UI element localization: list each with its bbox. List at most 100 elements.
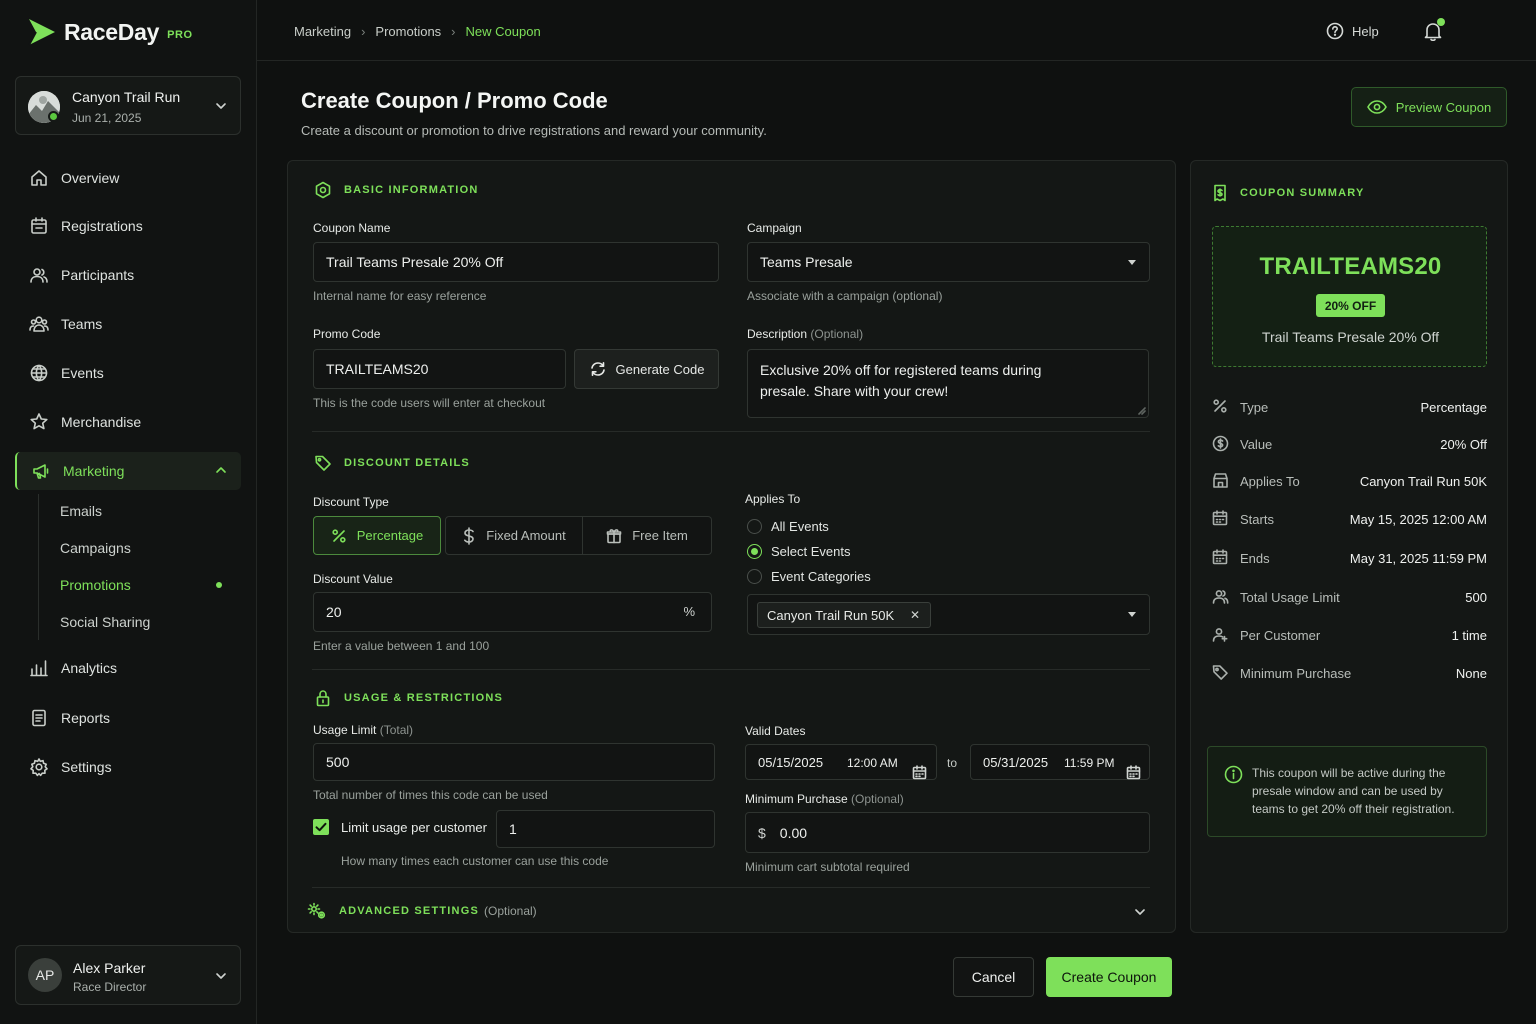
generate-code-button[interactable]: Generate Code [574,349,719,389]
divider [312,431,1150,432]
start-date: 05/15/2025 [758,755,824,770]
minimum-purchase-label: Minimum Purchase (Optional) [745,792,904,806]
summary-row-per-customer: Per Customer 1 time [1212,626,1487,646]
user-name: Alex Parker [73,960,146,976]
hexagon-gear-icon [314,181,344,199]
sidebar-item-label: Teams [61,316,103,332]
globe-icon [29,363,49,383]
topbar: Marketing › Promotions › New Coupon Help [257,0,1536,61]
summary-row-value: Value 20% Off [1212,435,1487,455]
applies-to-label: Applies To [745,492,801,506]
create-coupon-button[interactable]: Create Coupon [1046,957,1172,997]
advanced-settings-toggle[interactable]: ADVANCED SETTINGS (Optional) [307,902,537,920]
gears-icon [307,902,339,920]
dollar-icon [462,526,486,545]
usage-limit-input[interactable]: 500 [313,743,715,781]
resize-handle-icon[interactable] [1137,406,1146,415]
logo[interactable]: RaceDay PRO [28,18,193,46]
sidebar-item-label: Analytics [61,660,118,676]
preview-coupon-button[interactable]: Preview Coupon [1351,87,1507,127]
section-discount-details: DISCOUNT DETAILS [314,454,470,472]
breadcrumb-promotions[interactable]: Promotions [375,24,441,39]
sidebar-item-overview[interactable]: Overview [15,159,241,197]
submenu-item-social-sharing[interactable]: Social Sharing [60,614,150,630]
sidebar-item-analytics[interactable]: Analytics [15,649,241,687]
summary-info-callout: This coupon will be active during the pr… [1207,746,1487,837]
per-customer-input[interactable]: 1 [496,810,715,848]
discount-type-percentage[interactable]: Percentage [313,516,441,555]
info-text: This coupon will be active during the pr… [1252,766,1455,816]
valid-dates-label: Valid Dates [745,724,806,738]
submenu-item-emails[interactable]: Emails [60,503,102,519]
radio-button[interactable] [747,569,762,584]
chevron-down-icon [214,969,228,983]
breadcrumb-marketing[interactable]: Marketing [294,24,351,39]
app-name: RaceDay [64,18,160,45]
per-customer-checkbox[interactable] [313,819,329,835]
campaign-select[interactable]: Teams Presale [747,242,1150,282]
end-date-input[interactable]: 05/31/2025 11:59 PM [970,744,1150,780]
close-icon[interactable]: ✕ [910,608,920,622]
coupon-name-label: Coupon Name [313,221,391,235]
team-icon [29,314,49,334]
submenu-item-campaigns[interactable]: Campaigns [60,540,131,556]
submenu-item-promotions[interactable]: Promotions [60,577,131,593]
tag-icon [314,454,344,472]
eye-icon [1366,100,1396,114]
summary-row-starts: Starts May 15, 2025 12:00 AM [1212,510,1487,530]
radio-select-events[interactable]: Select Events [747,544,851,559]
sidebar-item-label: Participants [61,267,135,283]
chevron-down-icon[interactable] [1133,905,1147,919]
megaphone-icon [31,461,51,481]
lock-icon [314,689,344,707]
description-textarea[interactable]: Exclusive 20% off for registered teams d… [747,349,1149,418]
event-switcher[interactable]: Canyon Trail Run Jun 21, 2025 [15,76,241,135]
minimum-purchase-value: 0.00 [779,824,808,841]
coupon-name-input[interactable]: Trail Teams Presale 20% Off [313,242,719,282]
description-line: Exclusive 20% off for registered teams d… [760,362,1042,378]
per-customer-label[interactable]: Limit usage per customer [341,820,487,835]
divider [312,887,1150,888]
sidebar-item-merchandise[interactable]: Merchandise [15,403,241,441]
coupon-preview: TRAILTEAMS20 20% OFF Trail Teams Presale… [1212,226,1487,367]
gear-icon [29,757,49,777]
sidebar-item-events[interactable]: Events [15,354,241,392]
sidebar-item-registrations[interactable]: Registrations [15,207,241,245]
bar-chart-icon [29,658,49,678]
gift-icon [606,528,632,544]
usage-limit-hint: Total number of times this code can be u… [313,788,548,802]
sidebar-item-teams[interactable]: Teams [15,305,241,343]
start-date-input[interactable]: 05/15/2025 12:00 AM [745,744,937,780]
radio-all-events[interactable]: All Events [747,519,829,534]
chevron-right-icon: › [361,24,366,39]
caret-down-icon [1128,612,1136,617]
sidebar-item-reports[interactable]: Reports [15,699,241,737]
sidebar-item-settings[interactable]: Settings [15,748,241,786]
event-status-dot [48,111,59,122]
home-icon [29,168,49,188]
help-icon [1326,22,1352,40]
generate-code-label: Generate Code [615,361,705,377]
radio-event-categories[interactable]: Event Categories [747,569,871,584]
chevron-down-icon [214,99,228,113]
radio-button[interactable] [747,544,762,559]
discount-type-free-item[interactable]: Free Item [583,516,712,555]
minimum-purchase-input[interactable]: $ 0.00 [745,812,1150,853]
discount-value-input[interactable]: 20 % [313,592,712,632]
promo-code-input[interactable]: TRAILTEAMS20 [313,349,566,389]
discount-badge: 20% OFF [1316,294,1385,317]
cancel-button[interactable]: Cancel [953,957,1034,997]
sidebar-item-participants[interactable]: Participants [15,256,241,294]
discount-type-fixed-amount[interactable]: Fixed Amount [445,516,583,555]
divider [312,669,1150,670]
selected-event-chip: Canyon Trail Run 50K ✕ [757,602,931,628]
sidebar-item-marketing[interactable]: Marketing [15,452,241,490]
summary-row-type: Type Percentage [1212,398,1487,418]
per-customer-hint: How many times each customer can use thi… [341,854,609,868]
notification-dot [1437,18,1445,26]
user-menu[interactable]: AP Alex Parker Race Director [15,945,241,1005]
help-button[interactable]: Help [1326,22,1379,40]
radio-button[interactable] [747,519,762,534]
percent-icon [331,528,357,544]
section-coupon-summary: COUPON SUMMARY [1212,184,1365,202]
